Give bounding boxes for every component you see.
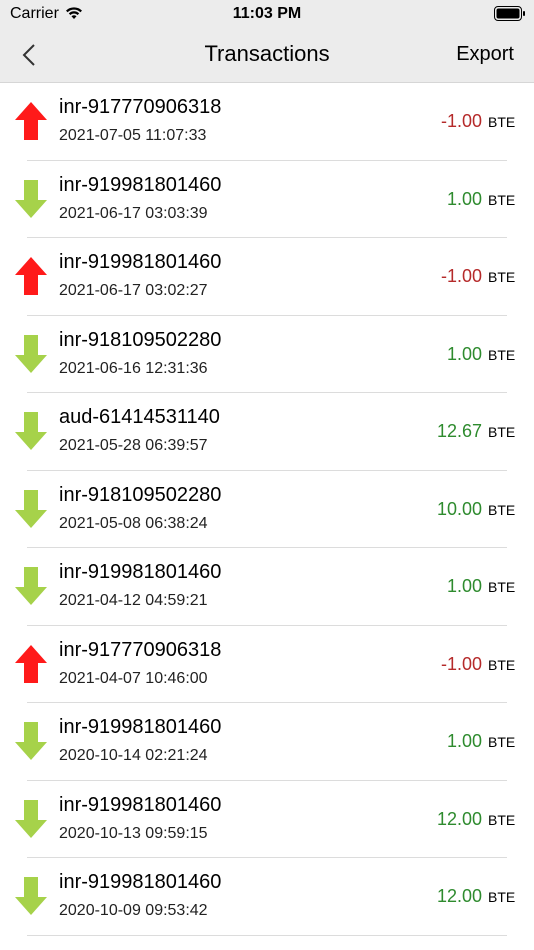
arrow-down-icon — [15, 722, 47, 760]
arrow-down-icon — [15, 412, 47, 450]
transaction-date: 2021-06-17 03:03:39 — [59, 204, 208, 222]
battery-icon — [494, 6, 525, 21]
transaction-unit: BTE — [488, 424, 516, 440]
transaction-row[interactable]: aud-61414531140 2021-05-28 06:39:57 12.67 B… — [0, 393, 534, 471]
transaction-row[interactable]: inr-917770906318 2021-04-07 10:46:00 -1.00… — [0, 626, 534, 704]
transaction-account: inr-919981801460 — [59, 561, 222, 583]
transaction-unit: BTE — [488, 346, 516, 363]
transaction-unit: BTE — [488, 734, 516, 750]
transaction-date: 2021-04-12 04:59:21 — [59, 592, 208, 609]
transaction-account: inr-919981801460 — [59, 173, 222, 196]
transaction-date: 2021-05-28 06:39:57 — [59, 437, 208, 454]
transaction-row[interactable]: inr-917770906318 2021-07-05 11:07:33 -1.00… — [0, 83, 534, 161]
transaction-unit: BTE — [488, 191, 516, 208]
transaction-list: inr-917770906318 2021-07-05 11:07:33 -1.00… — [0, 83, 534, 936]
transaction-account: inr-917770906318 — [59, 638, 222, 661]
transaction-amount: -1.00 — [440, 653, 482, 674]
transaction-unit: BTE — [488, 889, 516, 905]
status-bar: Carrier 11:03 PM — [0, 0, 534, 28]
transaction-row[interactable]: inr-919981801460 2020-10-13 09:59:15 12.00… — [0, 781, 534, 859]
transaction-unit: BTE — [488, 501, 516, 518]
status-time: 11:03 PM — [232, 5, 302, 22]
transaction-date: 2021-06-17 03:02:27 — [59, 282, 208, 299]
transaction-account: inr-918109502280 — [59, 483, 222, 506]
arrow-up-icon — [15, 102, 47, 140]
transaction-date: 2021-07-05 11:07:33 — [59, 127, 207, 144]
arrow-down-icon — [15, 567, 47, 605]
transaction-date: 2020-10-14 02:21:24 — [59, 747, 208, 764]
transaction-account: inr-919981801460 — [59, 251, 222, 273]
arrow-down-icon — [15, 179, 47, 218]
transaction-amount: 1.00 — [446, 576, 482, 596]
transaction-account: inr-919981801460 — [59, 716, 222, 738]
arrow-down-icon — [15, 877, 47, 915]
transaction-amount: -1.00 — [440, 111, 482, 131]
transaction-date: 2021-05-08 06:38:24 — [59, 514, 208, 532]
transaction-amount: -1.00 — [440, 266, 482, 286]
transaction-amount: 12.67 — [436, 421, 482, 441]
transaction-amount: 1.00 — [446, 731, 482, 751]
transaction-row[interactable]: inr-919981801460 2021-04-12 04:59:21 1.00 B… — [0, 548, 534, 626]
transaction-row[interactable]: inr-919981801460 2020-10-09 09:53:42 12.00… — [0, 858, 534, 936]
transaction-unit: BTE — [488, 656, 516, 673]
transaction-date: 2020-10-09 09:53:42 — [59, 902, 208, 919]
transaction-unit: BTE — [488, 811, 516, 828]
transaction-account: inr-919981801460 — [59, 871, 222, 893]
transaction-amount: 10.00 — [436, 498, 482, 519]
arrow-down-icon — [15, 799, 47, 838]
transaction-row[interactable]: inr-918109502280 2021-05-08 06:38:24 10.00… — [0, 471, 534, 549]
page-title: Transactions — [204, 41, 330, 66]
transaction-account: aud-61414531140 — [59, 406, 220, 428]
transaction-amount: 1.00 — [446, 188, 482, 209]
transaction-unit: BTE — [488, 579, 516, 595]
arrow-up-icon — [15, 644, 47, 683]
transaction-date: 2020-10-13 09:59:15 — [59, 824, 208, 842]
transaction-amount: 12.00 — [436, 808, 482, 829]
transaction-account: inr-918109502280 — [59, 328, 222, 351]
transaction-amount: 12.00 — [436, 886, 482, 906]
transaction-unit: BTE — [488, 114, 516, 130]
export-button[interactable]: Export — [456, 43, 514, 66]
navigation-bar: Transactions Export — [0, 28, 534, 83]
transaction-amount: 1.00 — [446, 343, 482, 364]
arrow-down-icon — [15, 489, 47, 528]
transaction-row[interactable]: inr-919981801460 2021-06-17 03:02:27 -1.00… — [0, 238, 534, 316]
transaction-account: inr-917770906318 — [59, 96, 222, 118]
arrow-up-icon — [15, 257, 47, 295]
transaction-account: inr-919981801460 — [59, 793, 222, 816]
transaction-row[interactable]: inr-919981801460 2021-06-17 03:03:39 1.00 B… — [0, 161, 534, 239]
transaction-unit: BTE — [488, 269, 516, 285]
transaction-date: 2021-04-07 10:46:00 — [59, 669, 208, 687]
transaction-date: 2021-06-16 12:31:36 — [59, 359, 208, 377]
transaction-row[interactable]: inr-918109502280 2021-06-16 12:31:36 1.00 B… — [0, 316, 534, 394]
arrow-down-icon — [15, 334, 47, 373]
transaction-row[interactable]: inr-919981801460 2020-10-14 02:21:24 1.00 B… — [0, 703, 534, 781]
